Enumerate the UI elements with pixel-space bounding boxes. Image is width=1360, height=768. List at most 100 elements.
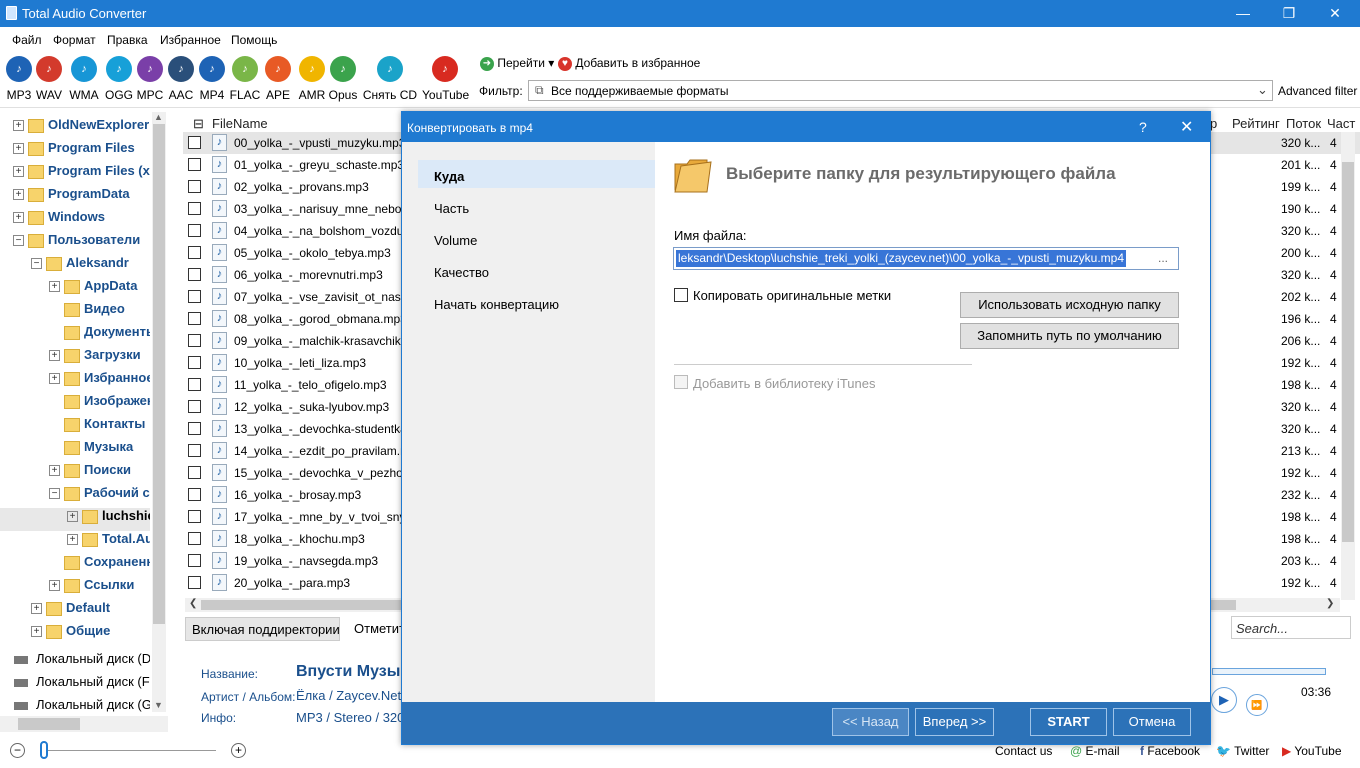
scroll-right-icon[interactable]: ❯ (1326, 598, 1334, 609)
file-checkbox[interactable] (188, 334, 201, 347)
copy-tags-checkbox[interactable] (674, 288, 688, 302)
file-checkbox[interactable] (188, 466, 201, 479)
tree-node[interactable]: +Документы (0, 324, 150, 347)
tree-node[interactable]: +Музыка (0, 439, 150, 462)
list-scrollbar[interactable] (1341, 132, 1355, 600)
tree-node[interactable]: +Контакты (0, 416, 150, 439)
menu-edit[interactable]: Правка (107, 33, 148, 47)
file-checkbox[interactable] (188, 422, 201, 435)
tree-expand-icon[interactable]: + (13, 166, 24, 178)
tree-expand-icon[interactable]: + (67, 511, 78, 523)
format-amr-button[interactable]: ♪ AMR (295, 56, 329, 102)
tree-node[interactable]: + Общие (0, 623, 150, 646)
tree-node[interactable]: + Program Files (0, 140, 150, 163)
zoom-slider-thumb[interactable] (40, 741, 48, 759)
file-checkbox[interactable] (188, 136, 201, 149)
scroll-up-icon[interactable]: ▲ (154, 112, 163, 122)
zoom-slider-track[interactable] (40, 750, 216, 751)
tree-expand-icon[interactable]: + (13, 143, 24, 155)
advanced-filter-button[interactable]: Advanced filter (1278, 84, 1357, 98)
zoom-out-icon[interactable]: − (10, 743, 25, 758)
menu-favorites[interactable]: Избранное (160, 33, 221, 47)
hscroll-thumb[interactable] (18, 718, 80, 730)
scroll-thumb[interactable] (153, 124, 165, 624)
tree-expand-icon[interactable]: − (49, 488, 60, 500)
file-checkbox[interactable] (188, 268, 201, 281)
tree-expand-icon[interactable]: + (49, 350, 60, 362)
tree-expand-icon[interactable]: + (49, 373, 60, 385)
tree-node[interactable]: − Aleksandr (0, 255, 150, 278)
close-button[interactable]: ✕ (1312, 0, 1358, 27)
tree-node[interactable]: +Сохраненные игры (0, 554, 150, 577)
file-checkbox[interactable] (188, 378, 201, 391)
nav-part[interactable]: Часть (418, 192, 658, 220)
menu-file[interactable]: Файл (12, 33, 42, 47)
format-mp3-button[interactable]: ♪ MP3 (4, 56, 34, 102)
minimize-button[interactable]: — (1220, 0, 1266, 27)
tree-expand-icon[interactable]: + (49, 465, 60, 477)
back-button[interactable]: << Назад (832, 708, 909, 736)
tree-node[interactable]: + AppData (0, 278, 150, 301)
dialog-help-button[interactable]: ? (1139, 119, 1147, 135)
format-wav-button[interactable]: ♪ WAV (34, 56, 64, 102)
tree-expand-icon[interactable]: − (13, 235, 24, 247)
tree-expand-icon[interactable]: + (67, 534, 78, 546)
tree-expand-icon[interactable]: + (49, 281, 60, 293)
dialog-close-button[interactable]: ✕ (1180, 117, 1193, 137)
tree-expand-icon[interactable]: + (13, 189, 24, 201)
tree-node[interactable]: − Рабочий стол (0, 485, 150, 508)
file-checkbox[interactable] (188, 246, 201, 259)
tree-node[interactable]: + Ссылки (0, 577, 150, 600)
start-button[interactable]: START (1030, 708, 1107, 736)
format-wma-button[interactable]: ♪ WMA (66, 56, 102, 102)
nav-quality[interactable]: Качество (418, 256, 658, 284)
tree-node[interactable]: + Program Files (x86) (0, 163, 150, 186)
file-checkbox[interactable] (188, 532, 201, 545)
drive-item[interactable]: Локальный диск (D:) (0, 651, 150, 666)
tree-scrollbar[interactable]: ▲ ▼ (152, 112, 166, 712)
maximize-button[interactable]: ❐ (1266, 0, 1312, 27)
tree-node[interactable]: +Изображения (0, 393, 150, 416)
menu-help[interactable]: Помощь (231, 33, 277, 47)
list-scroll-thumb[interactable] (1342, 162, 1354, 542)
file-checkbox[interactable] (188, 444, 201, 457)
format-mp4-button[interactable]: ♪ MP4 (195, 56, 229, 102)
file-checkbox[interactable] (188, 290, 201, 303)
file-checkbox[interactable] (188, 312, 201, 325)
format-снять-cd-button[interactable]: ♪ Снять CD (362, 56, 418, 102)
tree-node[interactable]: + Windows (0, 209, 150, 232)
search-input[interactable]: Search... (1231, 616, 1351, 639)
file-checkbox[interactable] (188, 356, 201, 369)
tree-expand-icon[interactable]: + (31, 626, 42, 638)
tree-node[interactable]: + Избранное (0, 370, 150, 393)
format-flac-button[interactable]: ♪ FLAC (228, 56, 262, 102)
file-checkbox[interactable] (188, 510, 201, 523)
add-favorite-button[interactable]: ♥ Добавить в избранное (558, 56, 700, 71)
facebook-link[interactable]: f Facebook (1140, 744, 1200, 758)
filename-input[interactable]: leksandr\Desktop\luchshie_treki_yolki_(z… (673, 247, 1179, 270)
drive-item[interactable]: Локальный диск (G:) (0, 697, 150, 712)
drive-item[interactable]: Локальный диск (F:) (0, 674, 150, 689)
tree-node[interactable]: + Total.Audio.Converter (0, 531, 150, 554)
player-progress[interactable] (1212, 668, 1326, 675)
file-checkbox[interactable] (188, 400, 201, 413)
tree-expand-icon[interactable]: + (13, 120, 24, 132)
file-checkbox[interactable] (188, 224, 201, 237)
tree-node[interactable]: + Загрузки (0, 347, 150, 370)
cancel-button[interactable]: Отмена (1113, 708, 1191, 736)
file-checkbox[interactable] (188, 158, 201, 171)
tree-hscrollbar[interactable] (0, 716, 168, 732)
nav-destination[interactable]: Куда (418, 160, 658, 188)
include-subdirs-button[interactable]: Включая поддиректории (185, 617, 340, 641)
tree-node[interactable]: +Видео (0, 301, 150, 324)
format-ape-button[interactable]: ♪ APE (261, 56, 295, 102)
contact-us-link[interactable]: Contact us (995, 744, 1052, 758)
file-checkbox[interactable] (188, 554, 201, 567)
email-link[interactable]: @ E-mail (1070, 744, 1120, 758)
tree-expand-icon[interactable]: + (49, 580, 60, 592)
menu-format[interactable]: Формат (53, 33, 96, 47)
nav-volume[interactable]: Volume (418, 224, 658, 252)
format-aac-button[interactable]: ♪ AAC (164, 56, 198, 102)
next-button[interactable]: Вперед >> (915, 708, 994, 736)
file-checkbox[interactable] (188, 488, 201, 501)
